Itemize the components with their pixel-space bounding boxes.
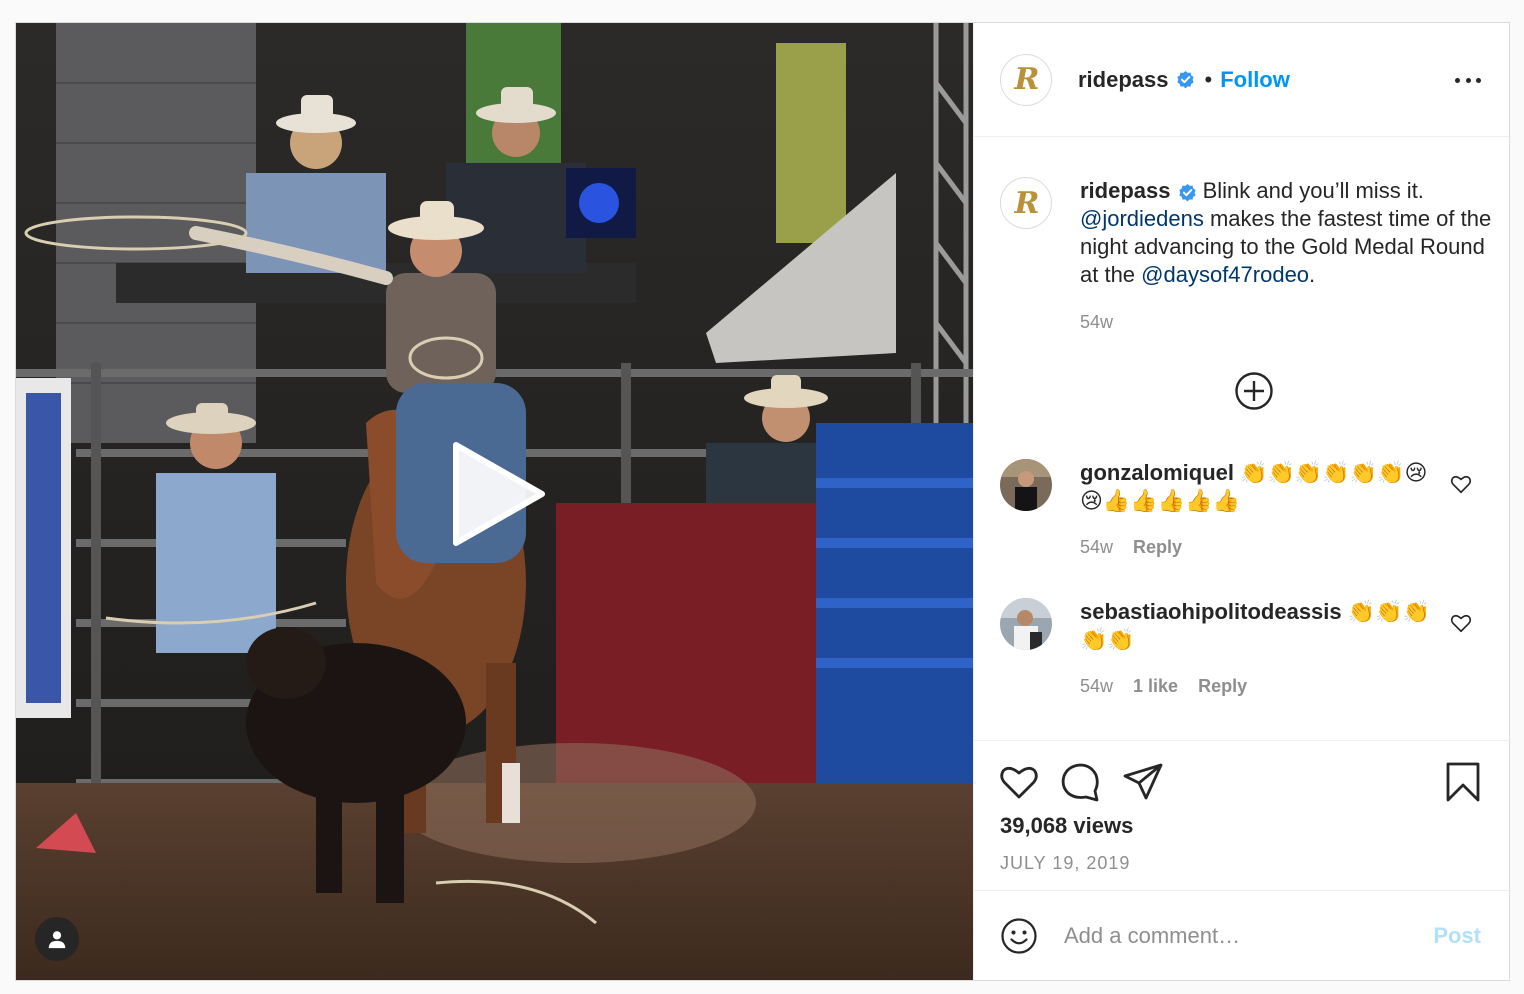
caption-avatar[interactable]: R — [1000, 177, 1052, 229]
comment-likes-count[interactable]: 1 like — [1133, 672, 1178, 700]
comments-section: R ridepass Blink and you’ll miss it. @jo… — [974, 137, 1509, 740]
comment-body: sebastiaohipolitodeassis 👏👏👏👏👏 54w 1 lik… — [1080, 598, 1440, 700]
comment-username[interactable]: gonzalomiquel — [1080, 460, 1234, 485]
post-sidebar: R ridepass • Follow R ridepass Blink and… — [973, 23, 1509, 980]
bookmark-icon[interactable] — [1442, 761, 1484, 803]
add-comment-bar: Post — [974, 890, 1509, 980]
comment-item: sebastiaohipolitodeassis 👏👏👏👏👏 54w 1 lik… — [1000, 598, 1490, 700]
comment-timestamp[interactable]: 54w — [1080, 533, 1113, 561]
post-actions: 39,068 views JULY 19, 2019 — [974, 740, 1509, 890]
plus-circle-icon — [1235, 372, 1273, 410]
comment-reply-button[interactable]: Reply — [1198, 672, 1247, 700]
commenter-avatar[interactable] — [1000, 459, 1052, 511]
post-comment-button[interactable]: Post — [1433, 923, 1481, 949]
comment-timestamp[interactable]: 54w — [1080, 672, 1113, 700]
share-paper-plane-icon[interactable] — [1122, 761, 1164, 803]
view-count[interactable]: 39,068 views — [1000, 813, 1133, 839]
instagram-post-card: R ridepass • Follow R ridepass Blink and… — [15, 22, 1510, 981]
caption-username[interactable]: ridepass — [1080, 178, 1171, 203]
comment-like-icon[interactable] — [1450, 473, 1472, 495]
comment-meta: 54w Reply — [1080, 533, 1440, 561]
comment-reply-button[interactable]: Reply — [1133, 533, 1182, 561]
comment-like-icon[interactable] — [1450, 612, 1472, 634]
more-options-icon — [1455, 77, 1460, 83]
mention-link[interactable]: @jordiedens — [1080, 206, 1204, 231]
avatar-logo: R — [1014, 185, 1040, 221]
avatar-logo: R — [1014, 62, 1040, 97]
user-tag-icon — [48, 931, 66, 949]
post-video[interactable] — [16, 23, 973, 980]
post-date[interactable]: JULY 19, 2019 — [1000, 853, 1130, 874]
more-options-button[interactable] — [1455, 67, 1481, 93]
comment-item: gonzalomiquel 👏👏👏👏👏👏😢😢👍👍👍👍👍 54w Reply — [1000, 459, 1490, 561]
caption-timestamp[interactable]: 54w — [1080, 312, 1113, 333]
comment-body: gonzalomiquel 👏👏👏👏👏👏😢😢👍👍👍👍👍 54w Reply — [1080, 459, 1440, 561]
like-heart-icon[interactable] — [998, 761, 1040, 803]
play-button[interactable] — [448, 439, 548, 549]
header-separator: • — [1204, 66, 1213, 92]
mention-link[interactable]: @daysof47rodeo — [1141, 262, 1309, 287]
caption-text: ridepass Blink and you’ll miss it. @jord… — [1080, 177, 1500, 289]
caption-body-start: Blink and you’ll miss it. — [1196, 178, 1424, 203]
comment-meta: 54w 1 like Reply — [1080, 672, 1440, 700]
load-more-comments-button[interactable] — [1234, 371, 1274, 411]
post-header: R ridepass • Follow — [974, 23, 1509, 137]
comment-input[interactable] — [1064, 922, 1434, 949]
emoji-smiley-icon[interactable] — [1000, 917, 1038, 955]
caption: R ridepass Blink and you’ll miss it. @jo… — [1000, 177, 1500, 289]
author-avatar[interactable]: R — [1000, 53, 1052, 106]
verified-badge-icon — [1178, 183, 1196, 202]
comment-username[interactable]: sebastiaohipolitodeassis — [1080, 599, 1342, 624]
play-icon — [453, 442, 545, 546]
user-tags-button[interactable] — [35, 917, 79, 961]
comment-bubble-icon[interactable] — [1060, 761, 1102, 803]
commenter-avatar[interactable] — [1000, 598, 1052, 650]
caption-body-end: . — [1309, 262, 1316, 287]
verified-badge-icon — [1176, 70, 1194, 89]
follow-button[interactable]: Follow — [1220, 67, 1290, 93]
author-username[interactable]: ridepass — [1078, 67, 1169, 93]
